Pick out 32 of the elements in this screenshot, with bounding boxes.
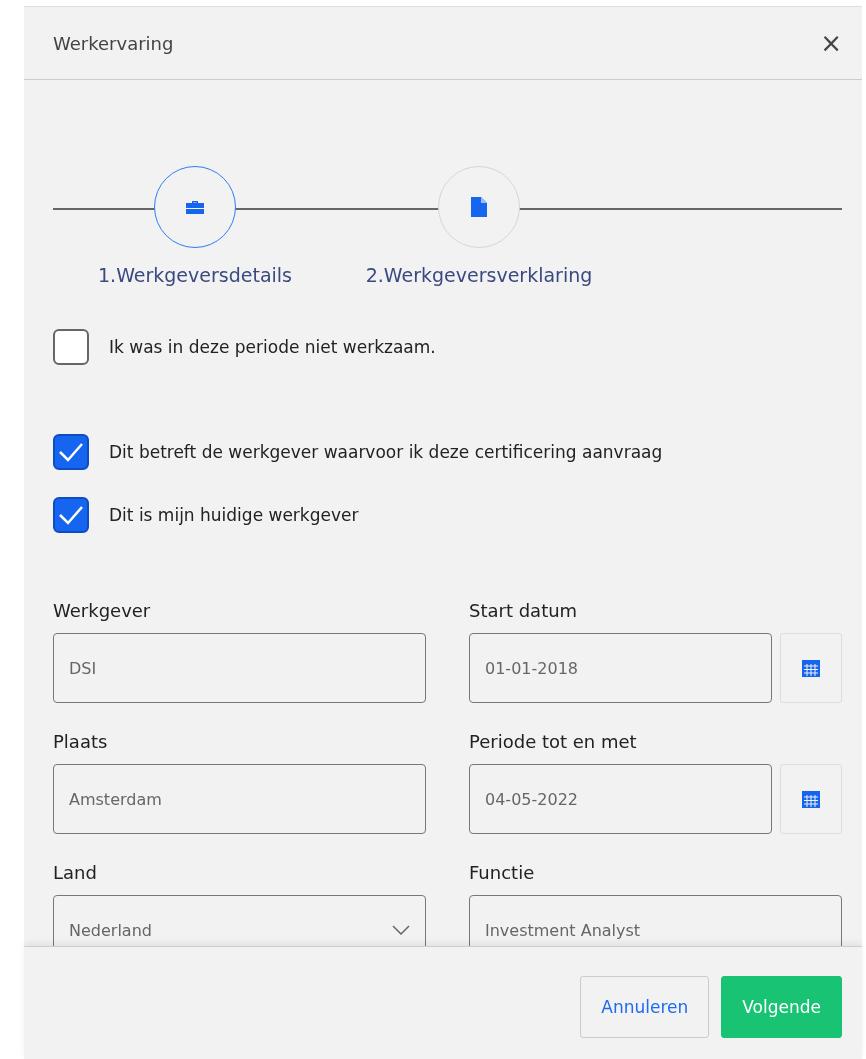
checkmark-icon bbox=[58, 442, 84, 462]
field-label: Werkgever bbox=[53, 600, 152, 621]
chevron-down-icon bbox=[392, 925, 410, 935]
checkbox-label: Ik was in deze periode niet werkzaam. bbox=[109, 337, 436, 357]
close-button[interactable]: × bbox=[814, 28, 848, 58]
calendar-button[interactable] bbox=[780, 764, 842, 834]
calendar-icon bbox=[801, 789, 821, 809]
cancel-button[interactable]: Annuleren bbox=[580, 976, 710, 1038]
checkbox-label: Dit is mijn huidige werkgever bbox=[109, 505, 359, 525]
briefcase-icon bbox=[185, 199, 205, 215]
field-label: Land bbox=[53, 862, 98, 883]
dialog-title: Werkervaring bbox=[53, 32, 174, 54]
step-label[interactable]: 1.Werkgeversdetails bbox=[98, 264, 292, 286]
input-field[interactable]: Amsterdam bbox=[53, 764, 426, 834]
step-label[interactable]: 2.Werkgeversverklaring bbox=[365, 264, 593, 286]
field-label: Plaats bbox=[53, 731, 109, 752]
document-icon bbox=[471, 197, 487, 217]
field-label: Start datum bbox=[469, 600, 579, 621]
input-field[interactable]: 04-05-2022 bbox=[469, 764, 772, 834]
field-label: Functie bbox=[469, 862, 536, 883]
checkbox[interactable] bbox=[53, 434, 89, 470]
input-field[interactable]: Investment Analyst bbox=[469, 895, 842, 946]
dropdown[interactable]: Nederland bbox=[53, 895, 426, 946]
checkbox-label: Dit betreft de werkgever waarvoor ik deze certificering aanvraag bbox=[109, 442, 663, 462]
input-field[interactable]: 01-01-2018 bbox=[469, 633, 772, 703]
field-label: Periode tot en met bbox=[469, 731, 638, 752]
calendar-icon bbox=[801, 658, 821, 678]
input-field[interactable]: DSI bbox=[53, 633, 426, 703]
calendar-button[interactable] bbox=[780, 633, 842, 703]
checkbox[interactable] bbox=[53, 329, 89, 365]
checkmark-icon bbox=[58, 505, 84, 525]
checkbox[interactable] bbox=[53, 497, 89, 533]
